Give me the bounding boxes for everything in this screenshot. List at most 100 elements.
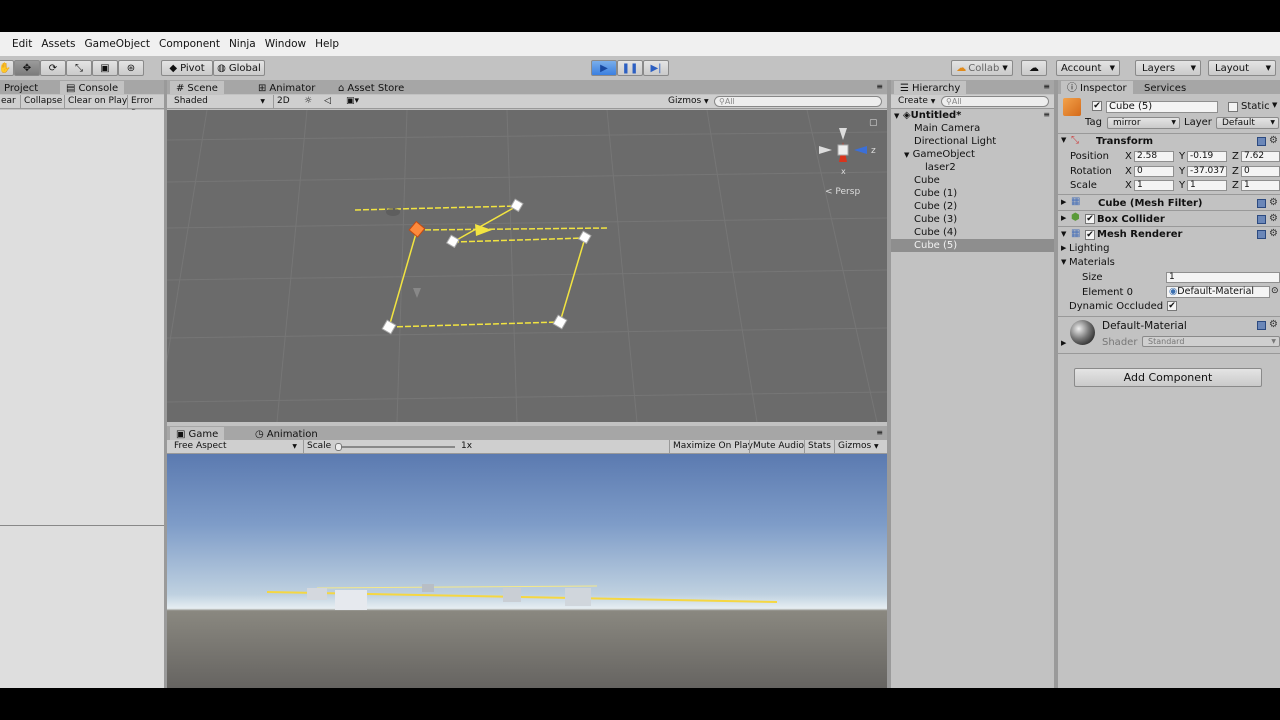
menu-gameobject[interactable]: GameObject xyxy=(85,38,150,50)
hierarchy-search-input[interactable]: ⚲All xyxy=(941,96,1049,107)
element0-field[interactable]: ◉Default-Material xyxy=(1166,286,1270,298)
box-collider-checkbox[interactable]: ✔ xyxy=(1085,214,1095,224)
lock-icon[interactable]: ▢ xyxy=(869,118,878,128)
hierarchy-item-directional-light[interactable]: Directional Light xyxy=(914,135,996,148)
slider-thumb[interactable] xyxy=(335,443,342,451)
menu-help[interactable]: Help xyxy=(315,38,339,50)
chevron-down-icon[interactable]: ▼ xyxy=(1061,136,1066,144)
global-button[interactable]: ◍ Global xyxy=(213,60,265,76)
tab-asset-store[interactable]: ⌂ Asset Store xyxy=(332,81,410,95)
tab-services[interactable]: Services xyxy=(1138,81,1192,95)
static-checkbox[interactable] xyxy=(1228,102,1238,112)
pivot-button[interactable]: ◆ Pivot xyxy=(161,60,213,76)
scale-slider[interactable] xyxy=(335,443,455,451)
maximize-on-play-toggle[interactable]: Maximize On Play xyxy=(669,440,756,453)
mesh-renderer-checkbox[interactable]: ✔ xyxy=(1085,230,1095,240)
menu-ninja[interactable]: Ninja xyxy=(229,38,256,50)
panel-menu-icon[interactable]: ≡ xyxy=(1043,82,1050,91)
console-divider[interactable] xyxy=(0,525,164,526)
hierarchy-item-cube-2[interactable]: Cube (2) xyxy=(914,200,957,213)
scene-orientation-gizmo[interactable]: z x < Persp xyxy=(819,128,876,197)
rotation-x-field[interactable]: 0 xyxy=(1134,166,1174,177)
rect-tool-button[interactable]: ▣ xyxy=(92,60,118,76)
hierarchy-item-main-camera[interactable]: Main Camera xyxy=(914,122,980,135)
help-book-icon[interactable] xyxy=(1257,230,1266,239)
create-dropdown[interactable]: Create ▼ xyxy=(895,95,938,108)
cube[interactable] xyxy=(509,198,524,213)
shading-mode-dropdown[interactable]: Shaded ▼ xyxy=(171,95,267,108)
tag-dropdown[interactable]: mirror ▼ xyxy=(1107,117,1180,129)
scene-gizmos-dropdown[interactable]: Gizmos ▼ xyxy=(665,95,712,108)
menu-edit[interactable]: Edit xyxy=(12,38,32,50)
scale-tool-button[interactable]: ⤡ xyxy=(66,60,92,76)
error-pause-button[interactable]: Error Pa xyxy=(127,95,164,119)
active-checkbox[interactable]: ✔ xyxy=(1092,101,1102,111)
tab-inspector[interactable]: ⓘ Inspector xyxy=(1061,81,1133,95)
chevron-down-icon[interactable]: ▼ xyxy=(1272,101,1277,109)
layer-dropdown[interactable]: Default ▼ xyxy=(1216,117,1279,129)
aspect-dropdown[interactable]: Free Aspect ▼ xyxy=(171,440,299,453)
rotation-y-field[interactable]: -37.037 xyxy=(1187,166,1227,177)
lighting-toggle[interactable]: ☼ xyxy=(301,95,315,108)
hierarchy-item-cube[interactable]: Cube xyxy=(914,174,940,187)
step-button[interactable]: ▶| xyxy=(643,60,669,76)
tab-hierarchy[interactable]: ☰ Hierarchy xyxy=(894,81,967,95)
play-button[interactable]: ▶ xyxy=(591,60,617,76)
chevron-down-icon[interactable]: ▼ xyxy=(1061,258,1066,266)
rotate-tool-button[interactable]: ⟳ xyxy=(40,60,66,76)
mute-audio-toggle[interactable]: Mute Audio xyxy=(749,440,807,453)
stats-toggle[interactable]: Stats xyxy=(804,440,834,453)
layout-dropdown[interactable]: Layout ▼ xyxy=(1208,60,1276,76)
chevron-right-icon[interactable]: ▶ xyxy=(1061,244,1066,252)
splitter-center[interactable] xyxy=(887,80,891,688)
help-book-icon[interactable] xyxy=(1257,199,1266,208)
object-name-field[interactable]: Cube (5) xyxy=(1106,101,1218,113)
hierarchy-item-cube-1[interactable]: Cube (1) xyxy=(914,187,957,200)
rotation-z-field[interactable]: 0 xyxy=(1241,166,1280,177)
scale-z-field[interactable]: 1 xyxy=(1241,180,1280,191)
gear-icon[interactable]: ⚙ xyxy=(1269,319,1278,330)
menu-assets[interactable]: Assets xyxy=(41,38,75,50)
transform-title[interactable]: Transform xyxy=(1096,136,1153,147)
shader-dropdown[interactable]: Standard ▼ xyxy=(1142,336,1280,347)
clear-on-play-button[interactable]: Clear on Play xyxy=(64,95,130,108)
gear-icon[interactable]: ⚙ xyxy=(1269,228,1278,239)
transform-tool-button[interactable]: ⊛ xyxy=(118,60,144,76)
cube[interactable] xyxy=(445,234,460,249)
hierarchy-item-cube-4[interactable]: Cube (4) xyxy=(914,226,957,239)
hierarchy-item-cube-3[interactable]: Cube (3) xyxy=(914,213,957,226)
pause-button[interactable]: ❚❚ xyxy=(617,60,643,76)
scene-search-input[interactable]: ⚲All xyxy=(714,96,882,107)
cloud-button[interactable]: ☁ xyxy=(1021,60,1047,76)
chevron-right-icon[interactable]: ▶ xyxy=(1061,214,1066,222)
lighting-foldout[interactable]: Lighting xyxy=(1069,243,1109,254)
move-tool-button[interactable]: ✥ xyxy=(14,60,40,76)
panel-menu-icon[interactable]: ≡ xyxy=(876,82,883,91)
clear-button[interactable]: ear xyxy=(0,95,19,108)
selected-cube[interactable] xyxy=(408,220,426,238)
mesh-filter-title[interactable]: Cube (Mesh Filter) xyxy=(1098,198,1203,209)
menu-component[interactable]: Component xyxy=(159,38,220,50)
splitter-left[interactable] xyxy=(164,80,167,688)
cube[interactable] xyxy=(552,314,568,330)
tab-game[interactable]: ▣ Game xyxy=(170,427,225,441)
panel-menu-icon[interactable]: ≡ xyxy=(876,428,883,437)
scale-x-field[interactable]: 1 xyxy=(1134,180,1174,191)
effects-dropdown[interactable]: ▣▾ xyxy=(343,95,362,108)
cube[interactable] xyxy=(381,319,397,335)
tab-animator[interactable]: ⊞ Animator xyxy=(252,81,321,95)
scene-root[interactable]: ▼ ◈Untitled* xyxy=(894,109,961,122)
account-dropdown[interactable]: Account ▼ xyxy=(1056,60,1120,76)
help-book-icon[interactable] xyxy=(1257,321,1266,330)
tab-console[interactable]: ▤ Console xyxy=(60,81,125,95)
dynamic-occluded-checkbox[interactable]: ✔ xyxy=(1167,301,1177,311)
collapse-button[interactable]: Collapse xyxy=(20,95,65,108)
persp-label[interactable]: < Persp xyxy=(825,187,860,197)
add-component-button[interactable]: Add Component xyxy=(1074,368,1262,387)
audio-toggle[interactable]: ◁ xyxy=(321,95,334,108)
hierarchy-item-laser2[interactable]: laser2 xyxy=(925,161,956,174)
gear-icon[interactable]: ⚙ xyxy=(1269,197,1278,208)
console-log-area[interactable] xyxy=(0,110,164,688)
hand-tool-button[interactable]: ✋ xyxy=(0,60,14,76)
game-gizmos-dropdown[interactable]: Gizmos ▼ xyxy=(834,440,882,453)
